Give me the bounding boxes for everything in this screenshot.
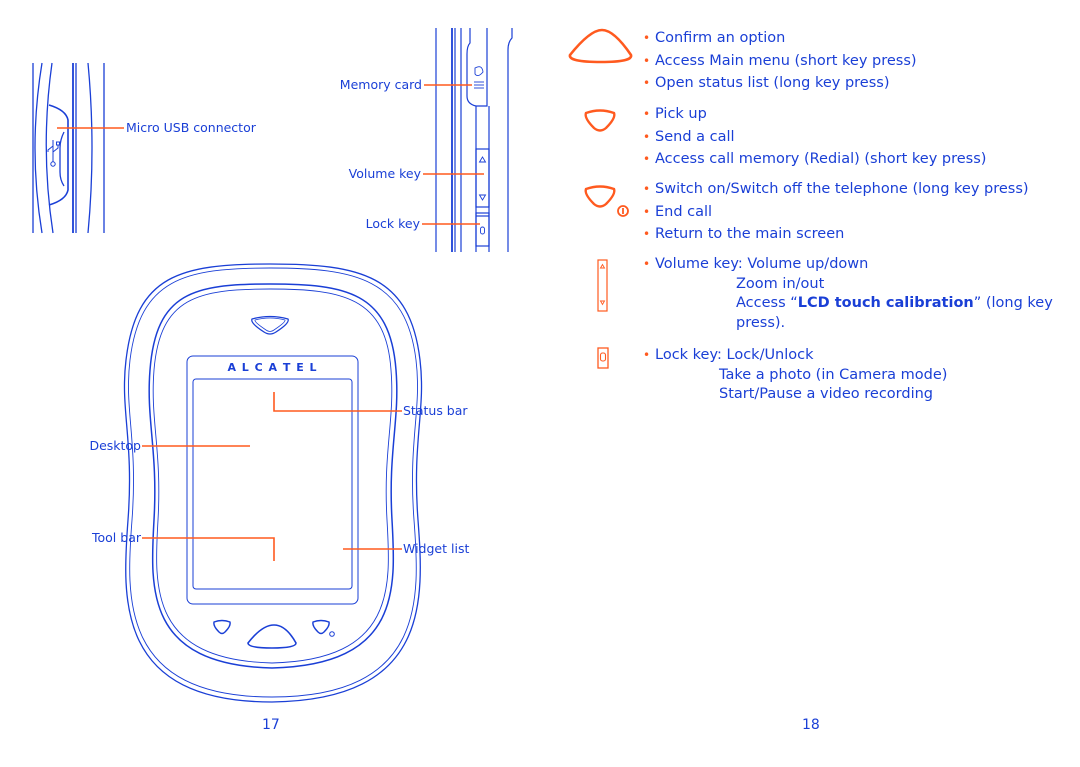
bullet: •	[643, 76, 651, 91]
lcd-touch-calibration-term: LCD touch calibration	[797, 295, 974, 311]
volume-line-wrap: press).	[736, 314, 786, 331]
lock-key-functions: • Lock key: Lock/Unlock Take a photo (in …	[643, 346, 947, 405]
lock-line-photo: Take a photo (in Camera mode)	[719, 366, 948, 383]
bullet: •	[643, 227, 651, 242]
volume-key-functions: • Volume key: Volume up/down Zoom in/out …	[643, 255, 1053, 333]
page-number-right: 18	[802, 717, 820, 733]
end-key-icon	[312, 619, 330, 635]
center-navigation-key-icon	[568, 28, 633, 64]
list-item: • Pick up	[643, 103, 986, 126]
bullet: •	[643, 257, 651, 271]
list-item: • Lock key: Lock/Unlock	[643, 346, 947, 366]
list-item: • Access call memory (Redial) (short key …	[643, 148, 986, 171]
list-item: • Return to the main screen	[643, 223, 1029, 246]
bullet: •	[643, 53, 651, 68]
bullet: •	[643, 31, 651, 45]
power-icon	[617, 205, 629, 217]
label-tool-bar: Tool bar	[92, 530, 141, 545]
list-item: • Access Main menu (short key press)	[643, 50, 917, 73]
end-key-icon	[584, 185, 616, 208]
volume-key-icon	[597, 259, 608, 312]
list-item: • Switch on/Switch off the telephone (lon…	[643, 178, 1029, 201]
bullet: •	[643, 348, 651, 362]
list-item: • Send a call	[643, 126, 986, 149]
end-key-functions: • Switch on/Switch off the telephone (lon…	[643, 178, 1029, 246]
list-item: • Confirm an option	[643, 27, 917, 50]
page-number-left: 17	[262, 717, 280, 733]
bullet: •	[643, 182, 651, 196]
bullet: •	[643, 107, 651, 121]
bullet: •	[643, 204, 651, 219]
pick-up-key-functions: • Pick up • Send a call • Access call memor…	[643, 103, 986, 171]
pick-up-key-icon	[213, 619, 231, 635]
list-item: • Open status list (long key press)	[643, 72, 917, 95]
volume-line-calibration: Access “LCD touch calibration” (long key	[736, 295, 1053, 311]
power-icon	[329, 631, 335, 637]
volume-line-zoom: Zoom in/out	[736, 275, 825, 292]
pick-up-key-icon	[584, 109, 616, 132]
bullet: •	[643, 152, 651, 167]
tool-bar-leader	[142, 537, 275, 561]
label-desktop: Desktop	[89, 438, 141, 453]
label-widget-list: Widget list	[403, 541, 470, 556]
lock-line-video: Start/Pause a video recording	[719, 386, 934, 402]
lock-key-icon	[597, 347, 609, 369]
list-item: • End call	[643, 201, 1029, 224]
bullet: •	[643, 129, 651, 144]
center-key-functions: • Confirm an option • Access Main menu (sh…	[643, 27, 917, 95]
list-item: • Volume key: Volume up/down	[643, 255, 1053, 275]
key-icons-column	[568, 28, 633, 369]
center-key-icon	[247, 624, 297, 649]
